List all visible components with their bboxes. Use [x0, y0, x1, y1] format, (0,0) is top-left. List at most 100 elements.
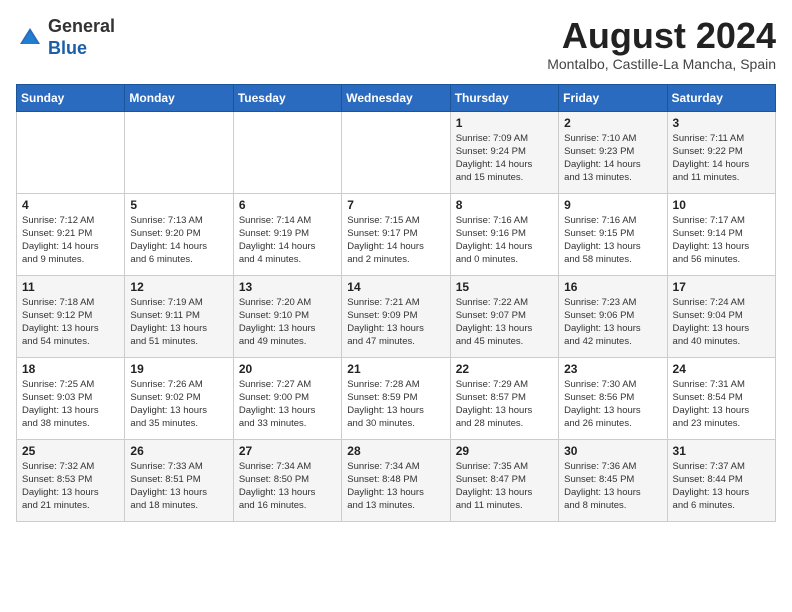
- day-detail: Sunrise: 7:23 AM Sunset: 9:06 PM Dayligh…: [564, 296, 661, 349]
- day-number: 20: [239, 362, 336, 376]
- day-detail: Sunrise: 7:35 AM Sunset: 8:47 PM Dayligh…: [456, 460, 553, 513]
- day-detail: Sunrise: 7:25 AM Sunset: 9:03 PM Dayligh…: [22, 378, 119, 431]
- day-detail: Sunrise: 7:09 AM Sunset: 9:24 PM Dayligh…: [456, 132, 553, 185]
- day-number: 9: [564, 198, 661, 212]
- calendar-cell: 27 Sunrise: 7:34 AM Sunset: 8:50 PM Dayli…: [233, 439, 341, 521]
- calendar-cell: [233, 111, 341, 193]
- weekday-header-monday: Monday: [125, 84, 233, 111]
- title-section: August 2024 Montalbo, Castille-La Mancha…: [547, 16, 776, 72]
- day-detail: Sunrise: 7:18 AM Sunset: 9:12 PM Dayligh…: [22, 296, 119, 349]
- day-detail: Sunrise: 7:27 AM Sunset: 9:00 PM Dayligh…: [239, 378, 336, 431]
- day-number: 28: [347, 444, 444, 458]
- calendar-cell: 14Sunrise: 7:21 AM Sunset: 9:09 PM Dayli…: [342, 275, 450, 357]
- calendar-week-row: 4Sunrise: 7:12 AM Sunset: 9:21 PM Daylig…: [17, 193, 776, 275]
- day-number: 2: [564, 116, 661, 130]
- calendar-cell: 1 Sunrise: 7:09 AM Sunset: 9:24 PM Daylig…: [450, 111, 558, 193]
- calendar-table: SundayMondayTuesdayWednesdayThursdayFrid…: [16, 84, 776, 522]
- day-number: 24: [673, 362, 770, 376]
- calendar-cell: 7Sunrise: 7:15 AM Sunset: 9:17 PM Daylig…: [342, 193, 450, 275]
- day-detail: Sunrise: 7:13 AM Sunset: 9:20 PM Dayligh…: [130, 214, 227, 267]
- logo-icon: [16, 24, 44, 52]
- logo-general: General: [48, 16, 115, 36]
- calendar-cell: 3Sunrise: 7:11 AM Sunset: 9:22 PM Daylig…: [667, 111, 775, 193]
- calendar-cell: 31 Sunrise: 7:37 AM Sunset: 8:44 PM Dayli…: [667, 439, 775, 521]
- calendar-cell: 6 Sunrise: 7:14 AM Sunset: 9:19 PM Daylig…: [233, 193, 341, 275]
- calendar-body: 1 Sunrise: 7:09 AM Sunset: 9:24 PM Daylig…: [17, 111, 776, 521]
- day-detail: Sunrise: 7:11 AM Sunset: 9:22 PM Dayligh…: [673, 132, 770, 185]
- day-number: 15: [456, 280, 553, 294]
- day-detail: Sunrise: 7:34 AM Sunset: 8:48 PM Dayligh…: [347, 460, 444, 513]
- calendar-cell: 17 Sunrise: 7:24 AM Sunset: 9:04 PM Dayli…: [667, 275, 775, 357]
- day-detail: Sunrise: 7:36 AM Sunset: 8:45 PM Dayligh…: [564, 460, 661, 513]
- weekday-header-saturday: Saturday: [667, 84, 775, 111]
- calendar-cell: 28 Sunrise: 7:34 AM Sunset: 8:48 PM Dayli…: [342, 439, 450, 521]
- calendar-header: SundayMondayTuesdayWednesdayThursdayFrid…: [17, 84, 776, 111]
- calendar-cell: 20 Sunrise: 7:27 AM Sunset: 9:00 PM Dayli…: [233, 357, 341, 439]
- day-detail: Sunrise: 7:32 AM Sunset: 8:53 PM Dayligh…: [22, 460, 119, 513]
- calendar-cell: 30Sunrise: 7:36 AM Sunset: 8:45 PM Dayli…: [559, 439, 667, 521]
- calendar-cell: 10 Sunrise: 7:17 AM Sunset: 9:14 PM Dayli…: [667, 193, 775, 275]
- day-detail: Sunrise: 7:29 AM Sunset: 8:57 PM Dayligh…: [456, 378, 553, 431]
- day-number: 10: [673, 198, 770, 212]
- calendar-cell: 13 Sunrise: 7:20 AM Sunset: 9:10 PM Dayli…: [233, 275, 341, 357]
- calendar-cell: 2 Sunrise: 7:10 AM Sunset: 9:23 PM Daylig…: [559, 111, 667, 193]
- calendar-cell: [125, 111, 233, 193]
- calendar-cell: 26 Sunrise: 7:33 AM Sunset: 8:51 PM Dayli…: [125, 439, 233, 521]
- day-number: 17: [673, 280, 770, 294]
- day-detail: Sunrise: 7:16 AM Sunset: 9:15 PM Dayligh…: [564, 214, 661, 267]
- day-detail: Sunrise: 7:21 AM Sunset: 9:09 PM Dayligh…: [347, 296, 444, 349]
- day-detail: Sunrise: 7:19 AM Sunset: 9:11 PM Dayligh…: [130, 296, 227, 349]
- weekday-header-friday: Friday: [559, 84, 667, 111]
- calendar-cell: 24 Sunrise: 7:31 AM Sunset: 8:54 PM Dayli…: [667, 357, 775, 439]
- day-detail: Sunrise: 7:31 AM Sunset: 8:54 PM Dayligh…: [673, 378, 770, 431]
- calendar-cell: 12 Sunrise: 7:19 AM Sunset: 9:11 PM Dayli…: [125, 275, 233, 357]
- day-detail: Sunrise: 7:17 AM Sunset: 9:14 PM Dayligh…: [673, 214, 770, 267]
- day-number: 1: [456, 116, 553, 130]
- calendar-cell: 21Sunrise: 7:28 AM Sunset: 8:59 PM Dayli…: [342, 357, 450, 439]
- weekday-header-wednesday: Wednesday: [342, 84, 450, 111]
- day-detail: Sunrise: 7:34 AM Sunset: 8:50 PM Dayligh…: [239, 460, 336, 513]
- day-number: 27: [239, 444, 336, 458]
- calendar-cell: 5Sunrise: 7:13 AM Sunset: 9:20 PM Daylig…: [125, 193, 233, 275]
- calendar-cell: 8 Sunrise: 7:16 AM Sunset: 9:16 PM Daylig…: [450, 193, 558, 275]
- day-number: 23: [564, 362, 661, 376]
- calendar-cell: 22 Sunrise: 7:29 AM Sunset: 8:57 PM Dayli…: [450, 357, 558, 439]
- day-detail: Sunrise: 7:16 AM Sunset: 9:16 PM Dayligh…: [456, 214, 553, 267]
- day-detail: Sunrise: 7:12 AM Sunset: 9:21 PM Dayligh…: [22, 214, 119, 267]
- calendar-cell: 18Sunrise: 7:25 AM Sunset: 9:03 PM Dayli…: [17, 357, 125, 439]
- day-detail: Sunrise: 7:14 AM Sunset: 9:19 PM Dayligh…: [239, 214, 336, 267]
- day-detail: Sunrise: 7:22 AM Sunset: 9:07 PM Dayligh…: [456, 296, 553, 349]
- day-number: 22: [456, 362, 553, 376]
- day-number: 26: [130, 444, 227, 458]
- day-number: 31: [673, 444, 770, 458]
- day-number: 11: [22, 280, 119, 294]
- month-title: August 2024: [547, 16, 776, 56]
- calendar-cell: 29 Sunrise: 7:35 AM Sunset: 8:47 PM Dayli…: [450, 439, 558, 521]
- calendar-cell: 25 Sunrise: 7:32 AM Sunset: 8:53 PM Dayli…: [17, 439, 125, 521]
- weekday-header-thursday: Thursday: [450, 84, 558, 111]
- calendar-cell: 16Sunrise: 7:23 AM Sunset: 9:06 PM Dayli…: [559, 275, 667, 357]
- day-number: 29: [456, 444, 553, 458]
- day-number: 12: [130, 280, 227, 294]
- day-detail: Sunrise: 7:20 AM Sunset: 9:10 PM Dayligh…: [239, 296, 336, 349]
- day-number: 19: [130, 362, 227, 376]
- day-detail: Sunrise: 7:33 AM Sunset: 8:51 PM Dayligh…: [130, 460, 227, 513]
- day-detail: Sunrise: 7:24 AM Sunset: 9:04 PM Dayligh…: [673, 296, 770, 349]
- day-detail: Sunrise: 7:10 AM Sunset: 9:23 PM Dayligh…: [564, 132, 661, 185]
- day-number: 8: [456, 198, 553, 212]
- calendar-cell: 15 Sunrise: 7:22 AM Sunset: 9:07 PM Dayli…: [450, 275, 558, 357]
- day-detail: Sunrise: 7:37 AM Sunset: 8:44 PM Dayligh…: [673, 460, 770, 513]
- location-subtitle: Montalbo, Castille-La Mancha, Spain: [547, 56, 776, 72]
- calendar-cell: 9 Sunrise: 7:16 AM Sunset: 9:15 PM Daylig…: [559, 193, 667, 275]
- day-number: 7: [347, 198, 444, 212]
- calendar-cell: 23Sunrise: 7:30 AM Sunset: 8:56 PM Dayli…: [559, 357, 667, 439]
- day-number: 6: [239, 198, 336, 212]
- calendar-week-row: 11 Sunrise: 7:18 AM Sunset: 9:12 PM Dayli…: [17, 275, 776, 357]
- weekday-header-sunday: Sunday: [17, 84, 125, 111]
- day-number: 21: [347, 362, 444, 376]
- calendar-week-row: 1 Sunrise: 7:09 AM Sunset: 9:24 PM Daylig…: [17, 111, 776, 193]
- page-header: General Blue August 2024 Montalbo, Casti…: [16, 16, 776, 72]
- day-number: 13: [239, 280, 336, 294]
- day-number: 25: [22, 444, 119, 458]
- calendar-cell: [342, 111, 450, 193]
